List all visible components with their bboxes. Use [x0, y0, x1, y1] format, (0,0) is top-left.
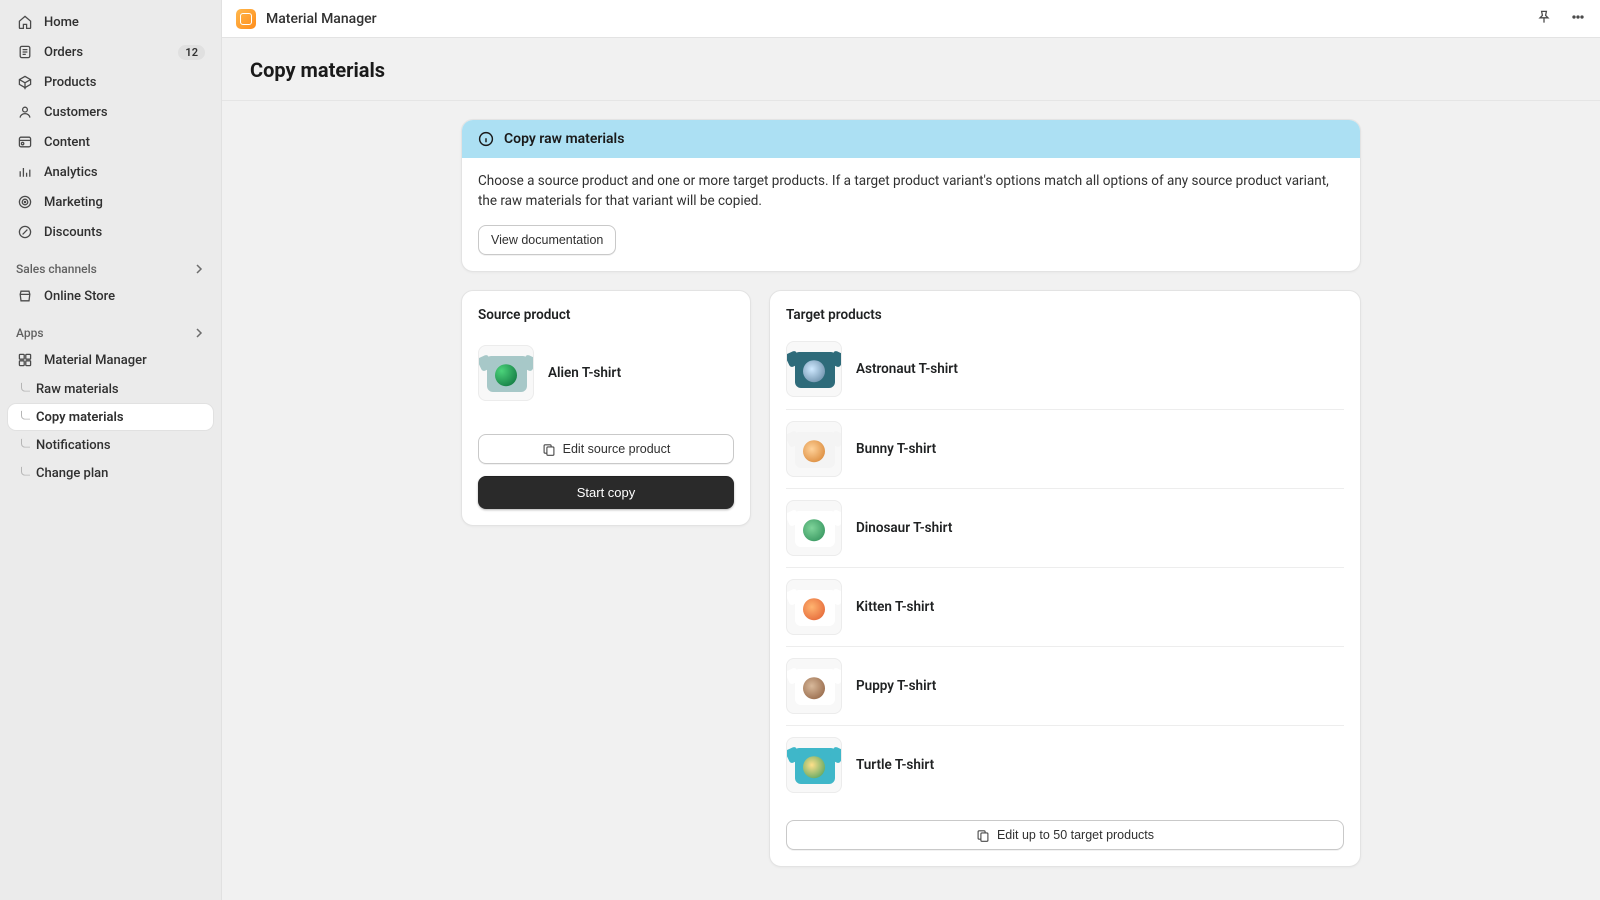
more-button[interactable]: [1570, 9, 1586, 29]
app-sub-copy-materials[interactable]: Copy materials: [8, 404, 213, 430]
page-title: Copy materials: [222, 38, 1600, 101]
product-name: Alien T-shirt: [548, 365, 621, 381]
product-thumbnail: [786, 341, 842, 397]
chevron-right-icon: [193, 327, 205, 339]
sales-channels-header[interactable]: Sales channels: [0, 248, 221, 282]
section-label: Apps: [16, 326, 44, 340]
pin-icon: [1536, 9, 1552, 25]
source-heading: Source product: [478, 307, 734, 323]
product-name: Dinosaur T-shirt: [856, 520, 952, 536]
nav-marketing[interactable]: Marketing: [8, 188, 213, 216]
nav-customers[interactable]: Customers: [8, 98, 213, 126]
nav-label: Marketing: [44, 195, 103, 210]
nav-discounts[interactable]: Discounts: [8, 218, 213, 246]
edit-target-products-button[interactable]: Edit up to 50 target products: [786, 820, 1344, 850]
apps-header[interactable]: Apps: [0, 312, 221, 346]
chevron-right-icon: [193, 263, 205, 275]
source-product-row: Alien T-shirt: [478, 339, 734, 412]
app-header: Material Manager: [222, 0, 1600, 38]
edit-icon: [976, 828, 990, 842]
app-logo-icon: [236, 9, 256, 29]
target-product-row: Kitten T-shirt: [786, 567, 1344, 646]
products-icon: [16, 73, 34, 91]
edit-icon: [542, 442, 556, 456]
more-horizontal-icon: [1570, 9, 1586, 25]
orders-badge: 12: [178, 45, 205, 60]
product-thumbnail: [786, 658, 842, 714]
product-thumbnail: [786, 579, 842, 635]
edit-source-product-button[interactable]: Edit source product: [478, 434, 734, 464]
source-product-card: Source product Alien T-shirt Edit source…: [461, 290, 751, 526]
app-icon: [16, 351, 34, 369]
info-banner: Copy raw materials Choose a source produ…: [461, 119, 1361, 272]
product-name: Kitten T-shirt: [856, 599, 934, 615]
target-product-row: Turtle T-shirt: [786, 725, 1344, 804]
pin-button[interactable]: [1536, 9, 1552, 29]
info-icon: [478, 131, 494, 147]
banner-title: Copy raw materials: [504, 131, 624, 147]
target-product-row: Puppy T-shirt: [786, 646, 1344, 725]
product-name: Turtle T-shirt: [856, 757, 934, 773]
product-thumbnail: [786, 737, 842, 793]
button-label: Start copy: [577, 485, 636, 500]
store-icon: [16, 287, 34, 305]
nav-label: Notifications: [36, 438, 111, 453]
target-heading: Target products: [786, 307, 1344, 323]
nav-label: Home: [44, 15, 79, 30]
button-label: Edit source product: [563, 442, 671, 456]
nav-label: Products: [44, 75, 96, 90]
button-label: Edit up to 50 target products: [997, 828, 1154, 842]
nav-online-store[interactable]: Online Store: [8, 282, 213, 310]
start-copy-button[interactable]: Start copy: [478, 476, 734, 509]
analytics-icon: [16, 163, 34, 181]
nav-home[interactable]: Home: [8, 8, 213, 36]
nav-label: Copy materials: [36, 410, 124, 425]
button-label: View documentation: [491, 233, 603, 247]
target-product-row: Bunny T-shirt: [786, 409, 1344, 488]
nav-label: Material Manager: [44, 353, 147, 368]
app-sub-notifications[interactable]: Notifications: [8, 432, 213, 458]
nav-label: Content: [44, 135, 90, 150]
nav-label: Change plan: [36, 466, 108, 481]
product-name: Puppy T-shirt: [856, 678, 936, 694]
nav-label: Orders: [44, 45, 83, 60]
marketing-icon: [16, 193, 34, 211]
nav-label: Customers: [44, 105, 108, 120]
content-icon: [16, 133, 34, 151]
banner-body-text: Choose a source product and one or more …: [478, 172, 1344, 211]
sidebar: Home Orders 12 Products Customers Cont: [0, 0, 222, 900]
app-sub-change-plan[interactable]: Change plan: [8, 460, 213, 486]
nav-analytics[interactable]: Analytics: [8, 158, 213, 186]
product-thumbnail: [478, 345, 534, 401]
banner-header: Copy raw materials: [462, 120, 1360, 158]
nav-label: Discounts: [44, 225, 102, 240]
product-name: Bunny T-shirt: [856, 441, 936, 457]
target-products-card: Target products Astronaut T-shirt Bunny …: [769, 290, 1361, 867]
target-product-row: Astronaut T-shirt: [786, 339, 1344, 409]
app-title: Material Manager: [266, 11, 377, 27]
home-icon: [16, 13, 34, 31]
main-content: Copy materials Copy raw materials Choose…: [222, 38, 1600, 900]
target-product-row: Dinosaur T-shirt: [786, 488, 1344, 567]
product-thumbnail: [786, 421, 842, 477]
nav-label: Online Store: [44, 289, 115, 304]
product-thumbnail: [786, 500, 842, 556]
orders-icon: [16, 43, 34, 61]
section-label: Sales channels: [16, 262, 97, 276]
nav-label: Analytics: [44, 165, 98, 180]
nav-label: Raw materials: [36, 382, 119, 397]
customers-icon: [16, 103, 34, 121]
nav-app-material-manager[interactable]: Material Manager: [8, 346, 213, 374]
discounts-icon: [16, 223, 34, 241]
view-documentation-button[interactable]: View documentation: [478, 225, 616, 255]
product-name: Astronaut T-shirt: [856, 361, 958, 377]
nav-products[interactable]: Products: [8, 68, 213, 96]
app-sub-raw-materials[interactable]: Raw materials: [8, 376, 213, 402]
nav-orders[interactable]: Orders 12: [8, 38, 213, 66]
nav-content[interactable]: Content: [8, 128, 213, 156]
